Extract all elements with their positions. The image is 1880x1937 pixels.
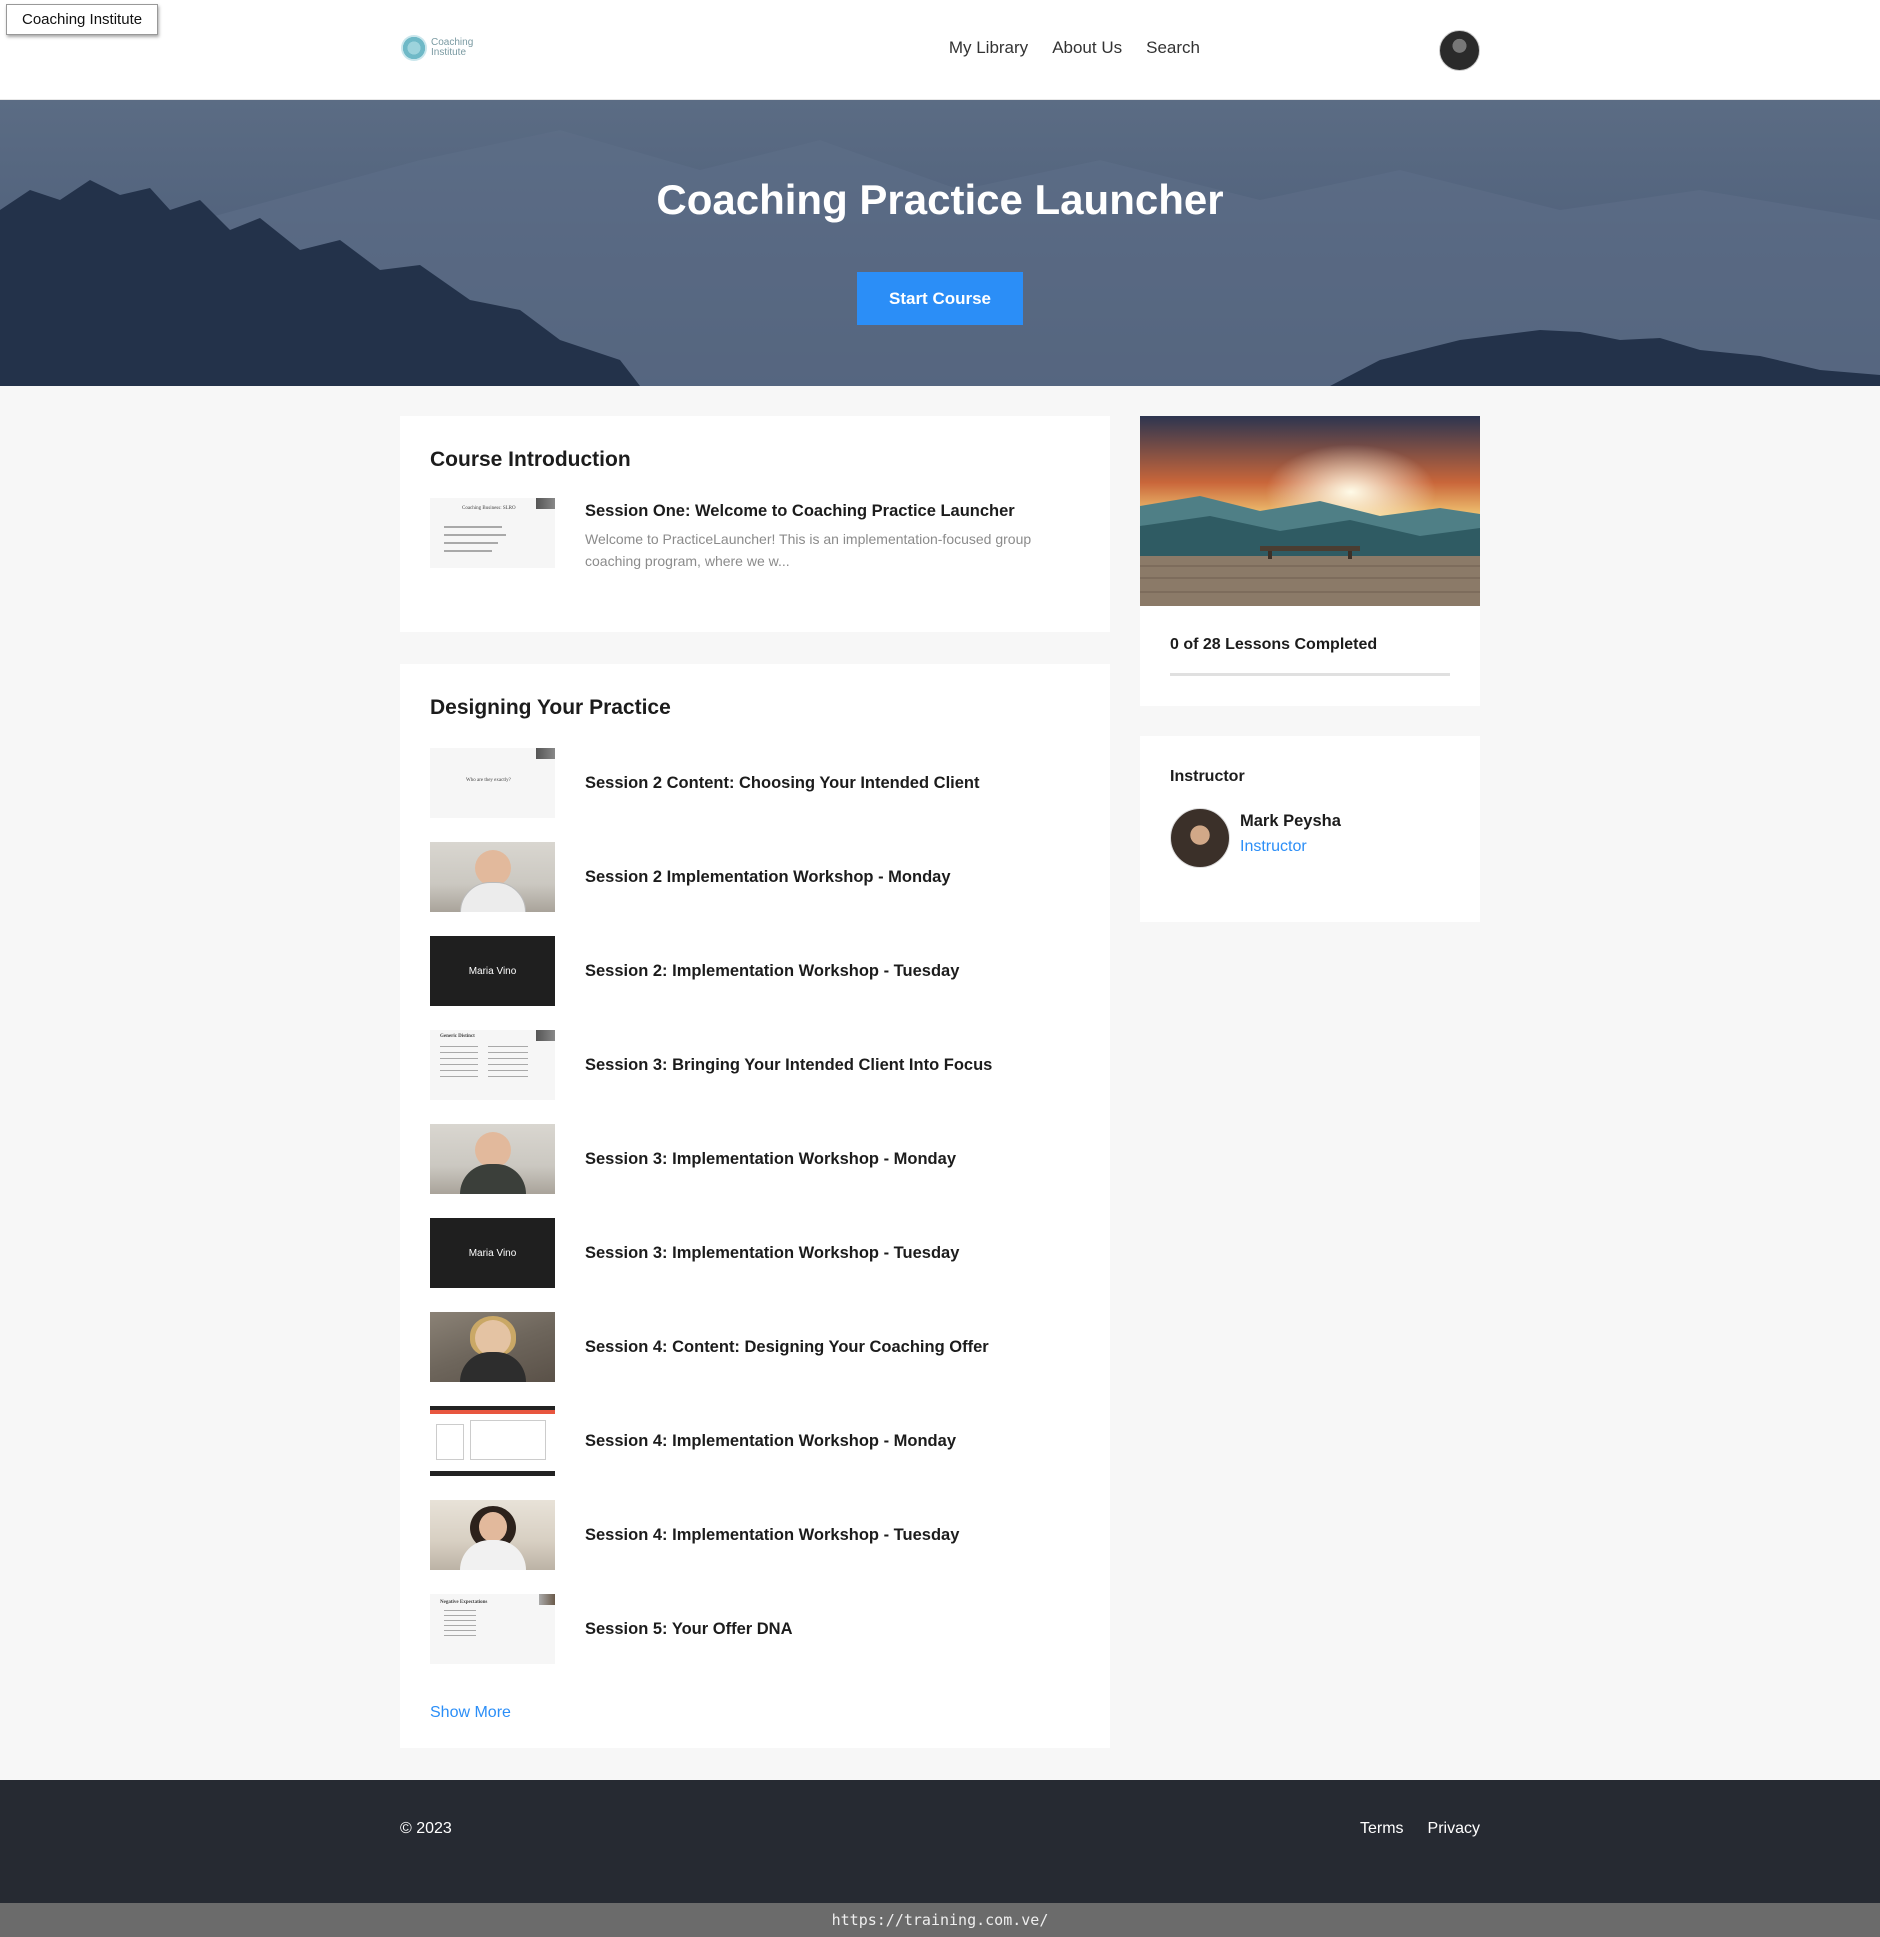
instructor-avatar[interactable] bbox=[1170, 808, 1230, 868]
lesson-item[interactable]: Negative Expectations Session 5: Your Of… bbox=[430, 1594, 1050, 1664]
lesson-thumbnail: Negative Expectations bbox=[430, 1594, 555, 1664]
section-title: Course Introduction bbox=[430, 448, 631, 471]
section-course-introduction: Course Introduction Coaching Business: S… bbox=[400, 416, 1110, 632]
lesson-thumbnail bbox=[430, 1312, 555, 1382]
lessons-completed-label: 0 of 28 Lessons Completed bbox=[1170, 636, 1378, 653]
lesson-item[interactable]: Coaching Business: SLRO Session One: Wel… bbox=[430, 498, 1050, 598]
instructor-name[interactable]: Mark Peysha bbox=[1240, 812, 1341, 831]
lesson-text: Session One: Welcome to Coaching Practic… bbox=[585, 498, 1050, 572]
course-cover-image bbox=[1140, 416, 1480, 606]
status-url: https://training.com.ve/ bbox=[831, 1911, 1049, 1929]
lesson-title: Session 2 Implementation Workshop - Mond… bbox=[585, 868, 951, 886]
instructor-role: Instructor bbox=[1240, 838, 1307, 855]
lesson-title: Session 3: Implementation Workshop - Tue… bbox=[585, 1244, 960, 1262]
status-bar-url: https://training.com.ve/ bbox=[0, 1903, 1880, 1937]
lesson-thumbnail: Generic Distinct bbox=[430, 1030, 555, 1100]
browser-tab-title[interactable]: Coaching Institute bbox=[6, 4, 159, 35]
site-logo[interactable]: Coaching Institute bbox=[401, 35, 473, 61]
start-course-button[interactable]: Start Course bbox=[857, 272, 1023, 325]
lesson-title: Session 2 Content: Choosing Your Intende… bbox=[585, 774, 980, 792]
show-more-link[interactable]: Show More bbox=[430, 1704, 511, 1722]
main-nav: My Library About Us Search bbox=[949, 38, 1200, 58]
footer-links: Terms Privacy bbox=[1360, 1820, 1480, 1838]
lesson-thumbnail: Maria Vino bbox=[430, 936, 555, 1006]
lesson-thumbnail: Who are they exactly? bbox=[430, 748, 555, 818]
lesson-item[interactable]: Session 3: Implementation Workshop - Mon… bbox=[430, 1124, 1050, 1194]
site-footer: © 2023 Terms Privacy bbox=[0, 1780, 1880, 1903]
lesson-item[interactable]: Who are they exactly? Session 2 Content:… bbox=[430, 748, 1050, 818]
nav-about-us[interactable]: About Us bbox=[1052, 38, 1122, 58]
lesson-title: Session 3: Implementation Workshop - Mon… bbox=[585, 1150, 956, 1168]
course-progress-card: 0 of 28 Lessons Completed bbox=[1140, 416, 1480, 706]
user-avatar[interactable] bbox=[1439, 30, 1480, 71]
lesson-item[interactable]: Session 2 Implementation Workshop - Mond… bbox=[430, 842, 1050, 912]
lesson-item[interactable]: Generic Distinct Session 3: Bringing You… bbox=[430, 1030, 1050, 1100]
copyright-text: © 2023 bbox=[400, 1820, 452, 1837]
lesson-title: Session 5: Your Offer DNA bbox=[585, 1620, 793, 1638]
lesson-description: Welcome to PracticeLauncher! This is an … bbox=[585, 531, 1032, 569]
lesson-thumbnail bbox=[430, 1406, 555, 1476]
lesson-title: Session 4: Content: Designing Your Coach… bbox=[585, 1338, 989, 1356]
lesson-title: Session One: Welcome to Coaching Practic… bbox=[585, 502, 1015, 520]
nav-search[interactable]: Search bbox=[1146, 38, 1200, 58]
course-hero: Coaching Practice Launcher Start Course bbox=[0, 100, 1880, 386]
section-designing-your-practice: Designing Your Practice Who are they exa… bbox=[400, 664, 1110, 1748]
lesson-title: Session 3: Bringing Your Intended Client… bbox=[585, 1056, 993, 1074]
lesson-item[interactable]: Session 4: Content: Designing Your Coach… bbox=[430, 1312, 1050, 1382]
lesson-item[interactable]: Session 4: Implementation Workshop - Tue… bbox=[430, 1500, 1050, 1570]
logo-text: Coaching Institute bbox=[431, 37, 474, 58]
lesson-thumbnail bbox=[430, 1500, 555, 1570]
footer-link-privacy[interactable]: Privacy bbox=[1428, 1820, 1480, 1838]
footer-link-terms[interactable]: Terms bbox=[1360, 1820, 1404, 1838]
site-header: Coaching Institute My Library About Us S… bbox=[0, 0, 1880, 100]
instructor-heading: Instructor bbox=[1170, 768, 1245, 785]
section-title: Designing Your Practice bbox=[430, 696, 671, 719]
mountain-forest-background bbox=[0, 130, 1880, 386]
lesson-title: Session 2: Implementation Workshop - Tue… bbox=[585, 962, 960, 980]
lesson-thumbnail bbox=[430, 1124, 555, 1194]
progress-bar bbox=[1170, 673, 1450, 676]
lesson-thumbnail: Maria Vino bbox=[430, 1218, 555, 1288]
course-title: Coaching Practice Launcher bbox=[656, 176, 1224, 223]
lesson-title: Session 4: Implementation Workshop - Tue… bbox=[585, 1526, 960, 1544]
lesson-item[interactable]: Maria Vino Session 2: Implementation Wor… bbox=[430, 936, 1050, 1006]
lesson-thumbnail bbox=[430, 842, 555, 912]
lesson-item[interactable]: Session 4: Implementation Workshop - Mon… bbox=[430, 1406, 1050, 1476]
lesson-title: Session 4: Implementation Workshop - Mon… bbox=[585, 1432, 956, 1450]
logo-flower-icon bbox=[401, 35, 427, 61]
course-content: Course Introduction Coaching Business: S… bbox=[0, 386, 1880, 1780]
instructor-card: Instructor Mark Peysha Instructor bbox=[1140, 736, 1480, 922]
lesson-item[interactable]: Maria Vino Session 3: Implementation Wor… bbox=[430, 1218, 1050, 1288]
nav-my-library[interactable]: My Library bbox=[949, 38, 1028, 58]
lesson-thumbnail: Coaching Business: SLRO bbox=[430, 498, 555, 568]
